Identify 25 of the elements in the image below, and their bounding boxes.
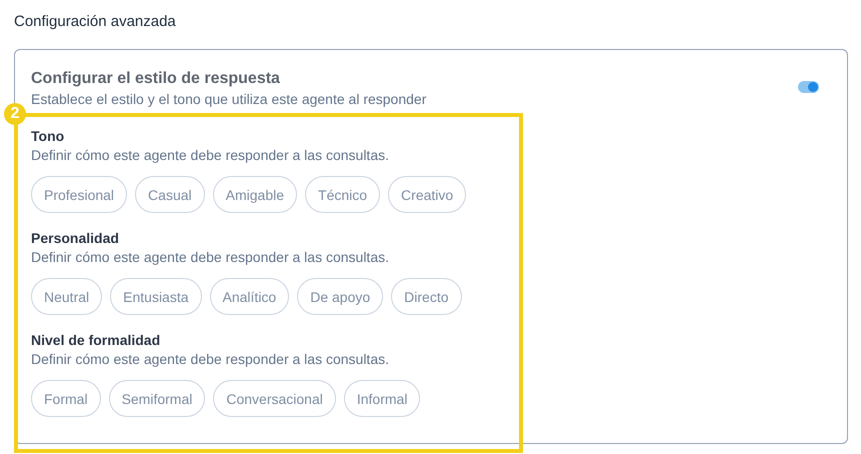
option-chip[interactable]: Formal: [31, 380, 101, 417]
card-subtitle: Establece el estilo y el tono que utiliza este agente al responder: [31, 90, 426, 108]
option-chip[interactable]: De apoyo: [297, 278, 384, 315]
card-title: Configurar el estilo de respuesta: [31, 69, 281, 89]
group-description: Definir cómo este agente debe responder a las consultas.: [31, 146, 390, 164]
group-description: Definir cómo este agente debe responder a las consultas.: [31, 248, 390, 266]
option-chip[interactable]: Directo: [391, 278, 462, 315]
toggle-switch[interactable]: [798, 81, 819, 93]
option-chip[interactable]: Profesional: [31, 176, 128, 213]
option-chip[interactable]: Semiformal: [108, 380, 206, 417]
option-chip[interactable]: Técnico: [305, 176, 380, 213]
option-chip[interactable]: Conversacional: [213, 380, 336, 417]
option-chip[interactable]: Entusiasta: [110, 278, 202, 315]
group-label: Nivel de formalidad: [31, 331, 162, 350]
group-label: Tono: [31, 127, 66, 146]
option-chip[interactable]: Amigable: [212, 176, 298, 213]
option-chip[interactable]: Neutral: [31, 278, 102, 315]
option-chip[interactable]: Casual: [135, 176, 205, 213]
group-label: Personalidad: [31, 229, 120, 248]
group-description: Definir cómo este agente debe responder a las consultas.: [31, 350, 390, 368]
option-chip[interactable]: Analítico: [210, 278, 290, 315]
option-chip[interactable]: Informal: [344, 380, 420, 417]
step-badge: 2: [4, 103, 26, 125]
option-chip[interactable]: Creativo: [388, 176, 466, 213]
section-title: Configuración avanzada: [14, 12, 177, 32]
